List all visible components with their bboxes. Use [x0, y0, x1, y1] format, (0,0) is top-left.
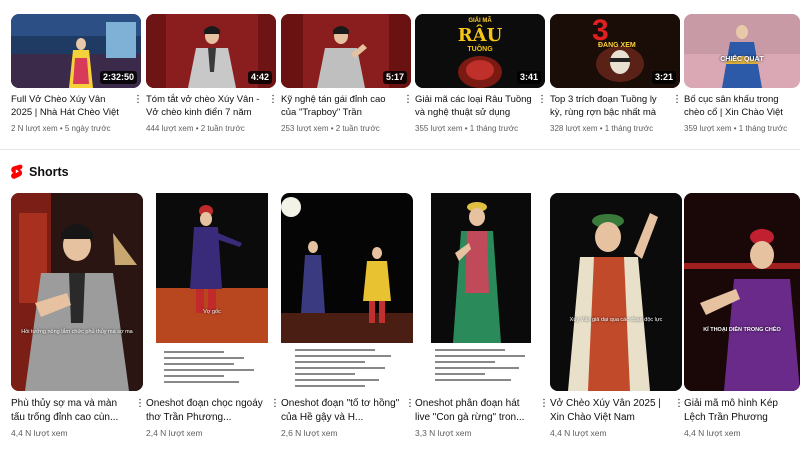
- video-title[interactable]: Top 3 trích đoạn Tuồng ly kỳ, rùng rợn b…: [550, 93, 668, 119]
- video-title[interactable]: Bố cục sân khấu trong chèo cổ | Xin Chào…: [684, 93, 796, 119]
- short-views: 4,4 N lượt xem: [11, 428, 68, 438]
- video-thumbnail[interactable]: 5:17: [281, 14, 411, 88]
- short-caption: Xúy Vân giả dại qua các đoạn độc lực: [569, 317, 663, 323]
- short-thumbnail[interactable]: KÍ THOẠI DIỄN TRONG CHÈO: [684, 193, 800, 391]
- section-divider: [0, 149, 800, 150]
- video-meta: 2 N lượt xem • 5 ngày trước: [11, 124, 111, 133]
- video-thumbnail[interactable]: GIẢI MÃ RÂU TUỒNG 3:41: [415, 14, 545, 88]
- video-duration: 2:32:50: [99, 71, 137, 84]
- more-options-icon[interactable]: ⋮: [133, 93, 143, 107]
- thumbnail-text: CHIẾC QUẠT: [720, 56, 764, 63]
- video-meta: 355 lượt xem • 1 tháng trước: [415, 124, 519, 133]
- video-meta: 359 lượt xem • 1 tháng trước: [684, 124, 788, 133]
- short-views: 3,3 N lượt xem: [415, 428, 472, 438]
- short-title[interactable]: Phù thủy sợ ma và màn tấu trống đỉnh cao…: [11, 397, 131, 425]
- more-options-icon[interactable]: ⋮: [405, 397, 415, 411]
- video-meta: 444 lượt xem • 2 tuần trước: [146, 124, 245, 133]
- more-options-icon[interactable]: ⋮: [539, 397, 549, 411]
- short-title[interactable]: Oneshot phân đoạn hát live "Con gà rừng"…: [415, 397, 535, 425]
- short-thumbnail[interactable]: Xúy Vân giả dại qua các đoạn độc lực: [550, 193, 682, 391]
- thumbnail-text: TUỒNG: [467, 46, 493, 53]
- short-views: 4,4 N lượt xem: [550, 428, 607, 438]
- video-duration: 3:41: [516, 71, 541, 84]
- video-title[interactable]: Tóm tắt vở chèo Xúy Vân - Vở chèo kinh đ…: [146, 93, 264, 119]
- short-title[interactable]: Oneshot đoạn "tố tơ hồng" của Hề gậy và …: [281, 397, 401, 425]
- more-options-icon[interactable]: ⋮: [672, 93, 682, 107]
- short-thumbnail[interactable]: [415, 193, 547, 391]
- video-duration: 3:21: [651, 71, 676, 84]
- video-thumbnail[interactable]: 3 ĐANG XEM 3:21: [550, 14, 680, 88]
- short-caption: Vợ gốc: [203, 309, 221, 315]
- thumbnail-text: RÂU: [457, 25, 503, 46]
- video-duration: 5:17: [382, 71, 407, 84]
- more-options-icon[interactable]: ⋮: [270, 397, 280, 411]
- video-title[interactable]: Kỹ nghệ tán gái đỉnh cao của "Trapboy" T…: [281, 93, 399, 119]
- video-duration: 4:42: [247, 71, 272, 84]
- more-options-icon[interactable]: ⋮: [403, 93, 413, 107]
- short-title[interactable]: Oneshot đoạn chọc ngoáy thơ Trần Phương.…: [146, 397, 266, 425]
- short-thumbnail[interactable]: Hồi tưởng nồng lắm chức phủ thủy mà sợ m…: [11, 193, 143, 391]
- video-row: 2:32:50 Full Vở Chèo Xúy Vân 2025 | Nhà …: [0, 0, 800, 140]
- video-title[interactable]: Giải mã các loại Râu Tuồng và nghệ thuật…: [415, 93, 533, 119]
- short-views: 2,6 N lượt xem: [281, 428, 338, 438]
- more-options-icon[interactable]: ⋮: [674, 397, 684, 411]
- short-thumbnail[interactable]: [281, 193, 413, 391]
- thumbnail-text: ĐANG XEM: [598, 42, 636, 49]
- short-thumbnail[interactable]: Vợ gốc: [146, 193, 278, 391]
- more-options-icon[interactable]: ⋮: [268, 93, 278, 107]
- short-caption: KÍ THOẠI DIỄN TRONG CHÈO: [703, 327, 781, 333]
- video-meta: 328 lượt xem • 1 tháng trước: [550, 124, 654, 133]
- video-meta: 253 lượt xem • 2 tuần trước: [281, 124, 380, 133]
- shorts-header: Shorts: [11, 163, 69, 181]
- short-views: 2,4 N lượt xem: [146, 428, 203, 438]
- thumbnail-text: GIẢI MÃ: [468, 18, 492, 24]
- short-title[interactable]: Giải mã mô hình Kép Lệch Trần Phương tro…: [684, 397, 796, 425]
- video-thumbnail[interactable]: CHIẾC QUẠT: [684, 14, 800, 88]
- video-thumbnail[interactable]: 2:32:50: [11, 14, 141, 88]
- short-views: 4,4 N lượt xem: [684, 428, 741, 438]
- youtube-shorts-logo-icon: [11, 164, 23, 179]
- short-title[interactable]: Vở Chèo Xúy Vân 2025 | Xin Chào Việt Nam: [550, 397, 670, 425]
- more-options-icon[interactable]: ⋮: [537, 93, 547, 107]
- video-thumbnail[interactable]: 4:42: [146, 14, 276, 88]
- more-options-icon[interactable]: ⋮: [135, 397, 145, 411]
- shorts-section-title: Shorts: [29, 165, 69, 179]
- video-title[interactable]: Full Vở Chèo Xúy Vân 2025 | Nhà Hát Chèo…: [11, 93, 129, 119]
- short-caption: Hồi tưởng nồng lắm chức phủ thủy mà sợ m…: [21, 329, 133, 335]
